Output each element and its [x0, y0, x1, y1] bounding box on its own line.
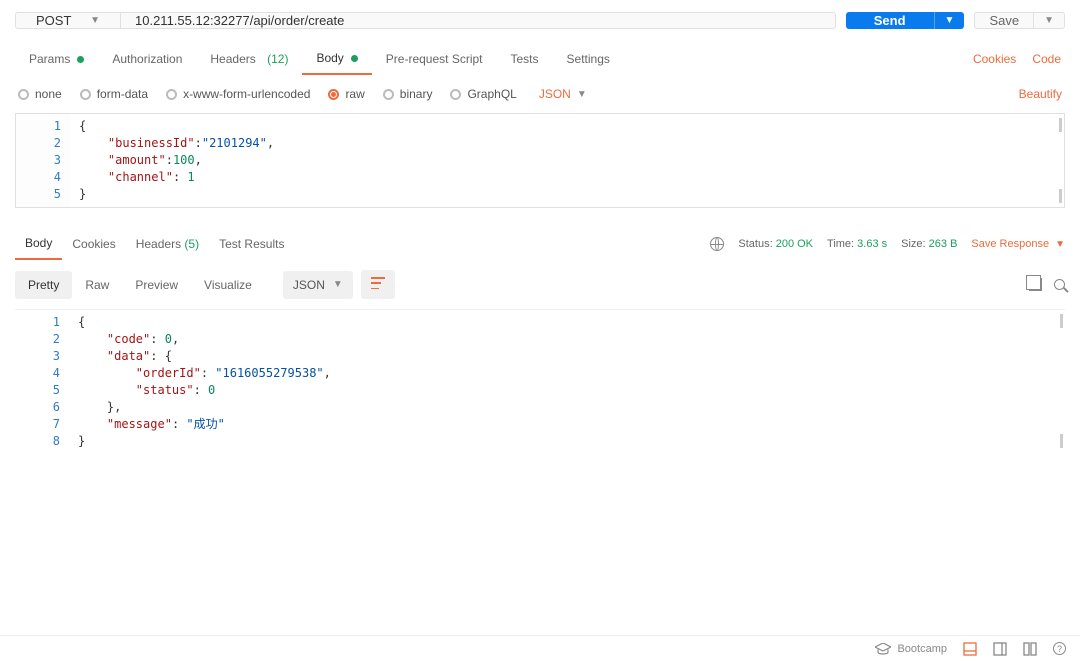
chevron-down-icon: ▼ — [1055, 239, 1065, 250]
radio-icon — [166, 89, 177, 100]
radio-icon — [18, 89, 29, 100]
line-gutter: 1 2 3 4 5 6 7 8 — [15, 310, 70, 454]
code-link[interactable]: Code — [1032, 52, 1061, 66]
http-method-value: POST — [36, 13, 71, 28]
search-icon[interactable] — [1054, 279, 1065, 290]
panel-icon[interactable] — [993, 642, 1007, 656]
save-button[interactable]: Save — [975, 13, 1033, 28]
beautify-button[interactable]: Beautify — [1019, 87, 1062, 101]
tab-authorization[interactable]: Authorization — [98, 44, 196, 74]
response-format-select[interactable]: JSON▼ — [283, 271, 353, 299]
cookies-link[interactable]: Cookies — [973, 52, 1016, 66]
tab-params[interactable]: Params — [15, 44, 98, 74]
body-type-binary[interactable]: binary — [383, 87, 433, 101]
active-dot — [77, 56, 84, 63]
line-gutter: 1 2 3 4 5 — [16, 114, 71, 207]
tab-prerequest[interactable]: Pre-request Script — [372, 44, 497, 74]
radio-icon — [450, 89, 461, 100]
response-size: Size: 263 B — [901, 238, 957, 250]
graduation-cap-icon — [875, 643, 891, 655]
body-type-none[interactable]: none — [18, 87, 62, 101]
globe-icon[interactable] — [710, 237, 724, 251]
body-type-graphql[interactable]: GraphQL — [450, 87, 516, 101]
view-pretty[interactable]: Pretty — [15, 271, 72, 299]
chevron-down-icon: ▼ — [90, 15, 100, 26]
http-method-select[interactable]: POST ▼ — [16, 13, 121, 28]
wrap-lines-button[interactable] — [361, 270, 395, 299]
wrap-icon — [371, 277, 385, 289]
request-body-editor[interactable]: 1 2 3 4 5 { "businessId":"2101294", "amo… — [15, 113, 1065, 208]
tab-headers[interactable]: Headers (12) — [196, 44, 302, 74]
response-tab-body[interactable]: Body — [15, 228, 62, 260]
chevron-down-icon: ▼ — [577, 89, 587, 100]
body-type-xwww[interactable]: x-www-form-urlencoded — [166, 87, 310, 101]
url-input[interactable] — [121, 13, 835, 28]
view-visualize[interactable]: Visualize — [191, 271, 265, 299]
view-preview[interactable]: Preview — [122, 271, 191, 299]
bootcamp-button[interactable]: Bootcamp — [875, 643, 947, 655]
response-tab-cookies[interactable]: Cookies — [62, 229, 125, 259]
body-type-formdata[interactable]: form-data — [80, 87, 148, 101]
help-icon[interactable]: ? — [1053, 642, 1066, 655]
two-pane-icon[interactable] — [1023, 642, 1037, 656]
send-button[interactable]: Send — [846, 12, 934, 29]
radio-icon — [383, 89, 394, 100]
tab-body[interactable]: Body — [302, 43, 371, 75]
radio-icon — [328, 89, 339, 100]
response-tab-headers[interactable]: Headers (5) — [126, 229, 209, 259]
response-body-viewer[interactable]: 1 2 3 4 5 6 7 8 { "code": 0, "data": { "… — [15, 309, 1065, 454]
radio-icon — [80, 89, 91, 100]
view-raw[interactable]: Raw — [72, 271, 122, 299]
response-status: Status: 200 OK — [738, 238, 813, 250]
save-dropdown[interactable]: ▼ — [1033, 13, 1064, 28]
save-button-group: Save ▼ — [974, 12, 1065, 29]
tab-tests[interactable]: Tests — [497, 44, 553, 74]
chevron-down-icon: ▼ — [333, 279, 343, 290]
send-button-group: Send ▼ — [846, 12, 965, 29]
tab-settings[interactable]: Settings — [553, 44, 624, 74]
status-bar: Bootcamp ? — [0, 635, 1080, 661]
body-type-raw[interactable]: raw — [328, 87, 364, 101]
save-response-button[interactable]: Save Response▼ — [971, 238, 1065, 250]
response-time: Time: 3.63 s — [827, 238, 887, 250]
panel-icon[interactable] — [963, 642, 977, 656]
response-tab-testresults[interactable]: Test Results — [209, 229, 294, 259]
send-dropdown[interactable]: ▼ — [934, 12, 965, 29]
copy-icon[interactable] — [1029, 278, 1042, 291]
active-dot — [351, 55, 358, 62]
content-type-select[interactable]: JSON▼ — [539, 87, 587, 101]
